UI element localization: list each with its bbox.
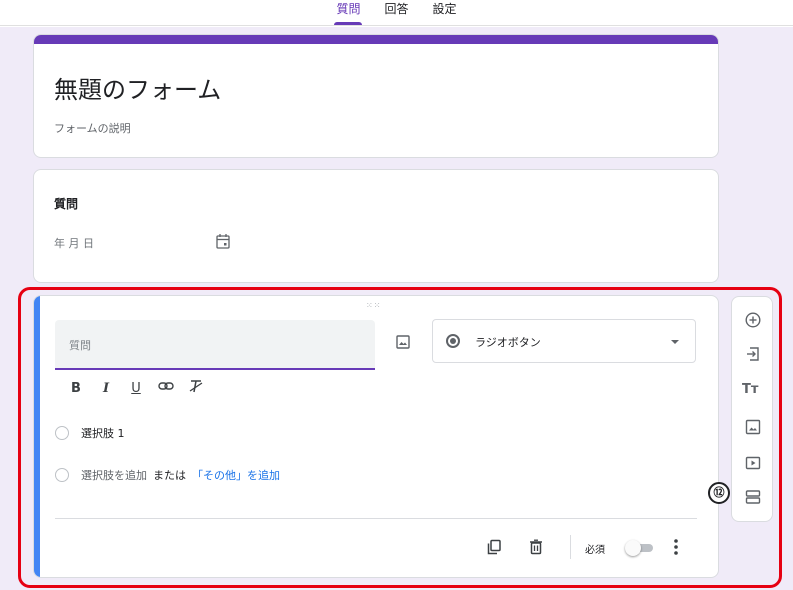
tab-questions[interactable]: 質問 <box>334 0 362 26</box>
radio-button-icon <box>446 334 460 348</box>
radio-circle-icon <box>55 426 69 440</box>
footer-separator <box>570 535 571 559</box>
import-question-icon[interactable] <box>745 346 761 362</box>
radio-circle-icon <box>55 468 69 482</box>
question-card-date[interactable]: 質問 年 月 日 <box>33 169 719 283</box>
underline-button[interactable]: U <box>128 381 144 396</box>
title-text-icon[interactable]: Tт <box>742 382 758 397</box>
form-title[interactable]: 無題のフォーム <box>54 70 221 105</box>
card-divider <box>55 518 697 519</box>
add-video-icon[interactable] <box>745 455 761 471</box>
option-label[interactable]: 選択肢 1 <box>81 425 125 441</box>
active-card-accent <box>34 296 40 577</box>
add-question-icon[interactable] <box>745 312 761 328</box>
add-section-icon[interactable] <box>745 489 761 505</box>
form-description[interactable]: フォームの説明 <box>54 120 131 136</box>
drag-handle-icon[interactable]: ⁙⁙ <box>366 301 381 310</box>
question-title: 質問 <box>54 195 78 212</box>
clear-format-icon[interactable] <box>188 379 204 397</box>
title-card-accent <box>34 35 718 44</box>
question-input[interactable]: 質問 <box>55 320 375 370</box>
add-image-icon[interactable] <box>745 419 761 435</box>
required-label: 必須 <box>585 541 605 556</box>
link-icon[interactable] <box>158 380 174 396</box>
trash-icon[interactable] <box>528 539 544 555</box>
top-tab-bar: 質問 回答 設定 <box>0 0 793 26</box>
option-row: 選択肢 1 <box>55 425 125 441</box>
duplicate-icon[interactable] <box>486 539 502 555</box>
more-options-icon[interactable] <box>673 538 679 556</box>
form-title-card[interactable]: 無題のフォーム フォームの説明 <box>33 34 719 158</box>
add-option-row: 選択肢を追加 または 「その他」を追加 <box>55 467 280 483</box>
date-placeholder: 年 月 日 <box>54 235 94 251</box>
question-type-select[interactable]: ラジオボタン <box>432 319 696 363</box>
bold-button[interactable]: B <box>68 381 84 396</box>
or-text: または <box>153 467 186 483</box>
tab-responses[interactable]: 回答 <box>382 0 410 26</box>
dropdown-arrow-icon <box>671 340 679 344</box>
question-type-label: ラジオボタン <box>475 334 541 350</box>
question-input-placeholder: 質問 <box>69 337 91 353</box>
add-option-link[interactable]: 選択肢を追加 <box>81 467 147 483</box>
tab-list: 質問 回答 設定 <box>0 0 793 26</box>
toggle-knob <box>625 540 641 556</box>
question-card-active[interactable]: ⁙⁙ 質問 ラジオボタン B I U <box>33 295 719 578</box>
formatting-toolbar: B I U <box>68 379 204 397</box>
add-other-link[interactable]: 「その他」を追加 <box>192 467 280 483</box>
italic-button[interactable]: I <box>98 381 114 396</box>
side-toolbar: Tт <box>731 296 773 522</box>
tab-settings[interactable]: 設定 <box>431 0 459 26</box>
annotation-badge: ⑫ <box>708 482 730 504</box>
calendar-icon <box>216 233 230 249</box>
add-image-icon[interactable] <box>396 334 410 348</box>
required-toggle[interactable] <box>625 542 653 554</box>
